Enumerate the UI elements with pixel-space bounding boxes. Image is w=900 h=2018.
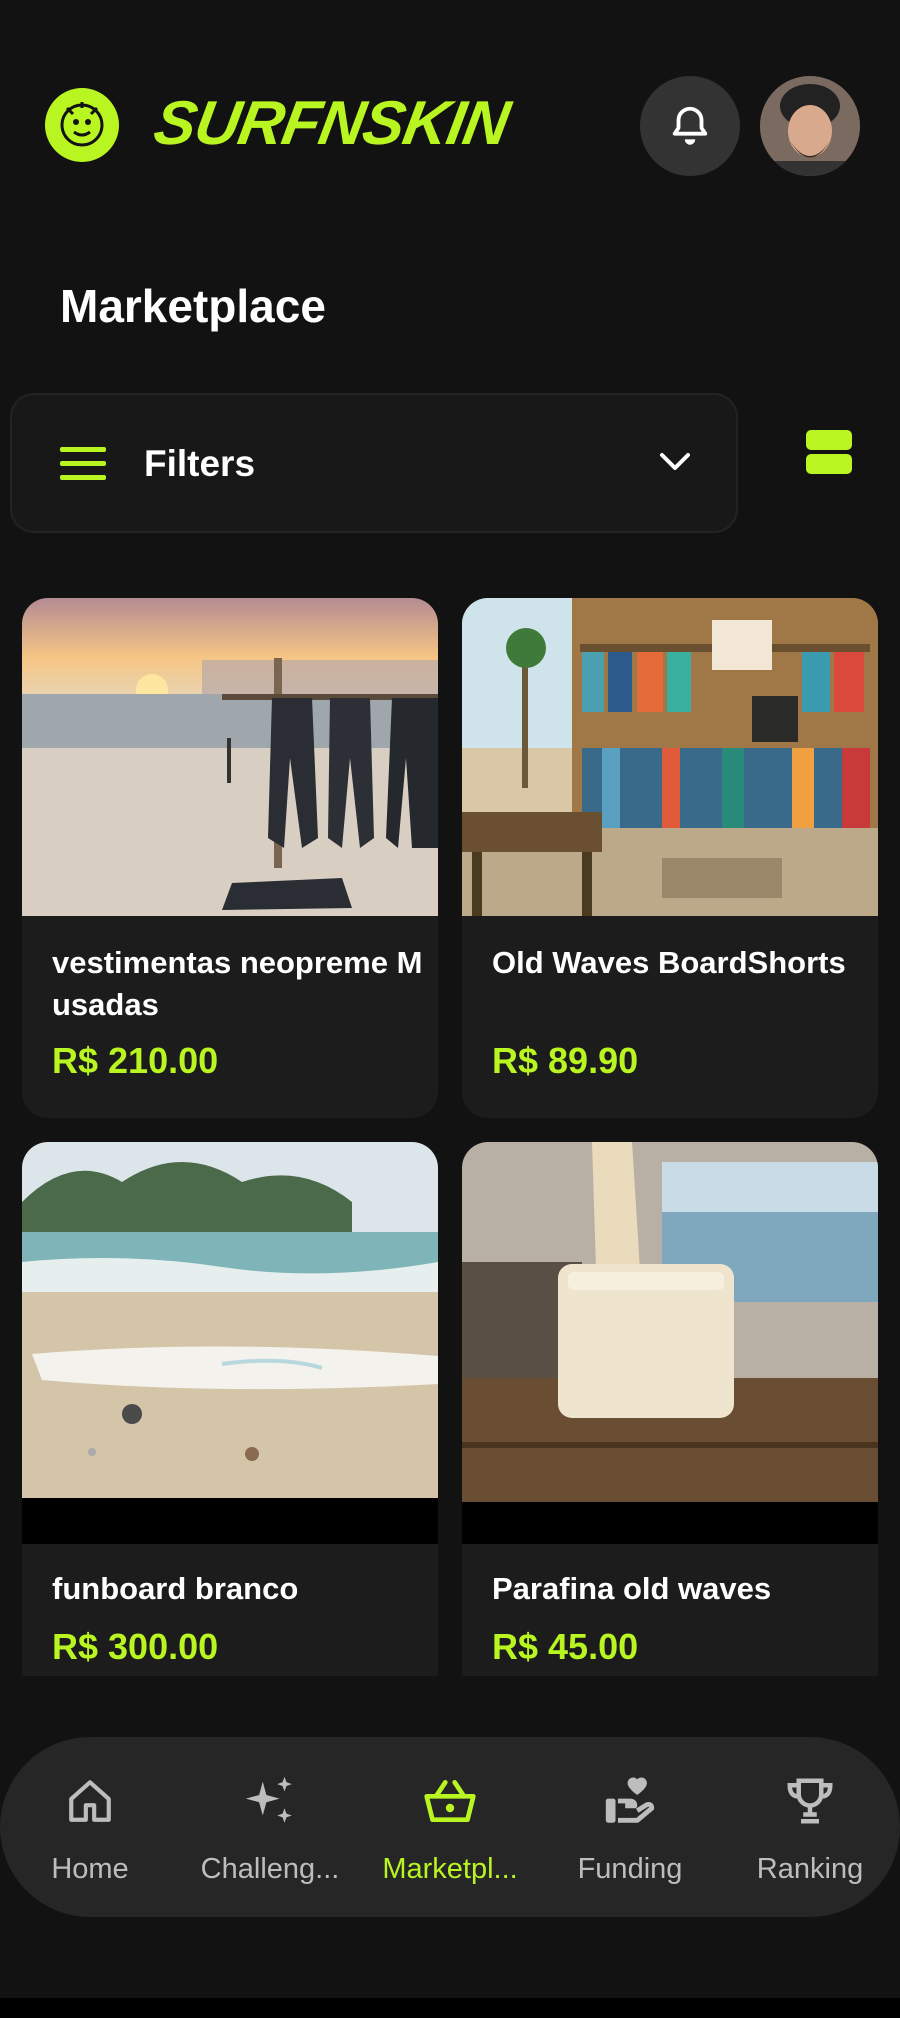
product-name: Old Waves BoardShorts: [492, 945, 846, 980]
product-name: vestimentas neopreme M usadas: [52, 945, 423, 1022]
trophy-icon: [787, 1778, 833, 1824]
app-header: SURFNSKIN: [0, 0, 900, 250]
notifications-button[interactable]: [640, 76, 740, 176]
nav-label: Challeng...: [200, 1853, 340, 1885]
product-grid: vestimentas neopreme M usadas R$ 210.00: [22, 598, 878, 1676]
logo-icon[interactable]: [45, 88, 119, 162]
system-gesture-bar: [0, 1998, 900, 2018]
home-icon: [69, 1780, 111, 1822]
menu-icon: [60, 447, 106, 480]
product-price: R$ 210.00: [52, 1040, 219, 1081]
nav-label: Ranking: [756, 1853, 864, 1885]
nav-item-challenges[interactable]: Challeng...: [180, 1737, 360, 1917]
nav-item-funding[interactable]: Funding: [540, 1737, 720, 1917]
list-view-icon: [806, 430, 852, 474]
nav-item-ranking[interactable]: Ranking: [720, 1737, 900, 1917]
sparkles-icon: [245, 1776, 292, 1823]
brand-wordmark[interactable]: SURFNSKIN: [148, 84, 515, 164]
layout-toggle-button[interactable]: [806, 430, 854, 476]
product-card[interactable]: vestimentas neopreme M usadas R$ 210.00: [22, 598, 438, 1118]
product-image: [22, 1142, 438, 1544]
bell-icon: [672, 106, 708, 145]
user-avatar[interactable]: [760, 76, 860, 176]
product-price: R$ 300.00: [52, 1626, 219, 1667]
product-price: R$ 89.90: [492, 1040, 639, 1081]
product-card[interactable]: funboard branco R$ 300.00: [22, 1142, 438, 1676]
nav-label: Funding: [577, 1853, 683, 1885]
product-name: Parafina old waves: [492, 1571, 772, 1606]
heart-hand-icon: [605, 1777, 655, 1823]
filters-dropdown[interactable]: Filters: [10, 393, 738, 533]
product-image: [462, 1142, 878, 1544]
product-card[interactable]: Parafina old waves R$ 45.00: [462, 1142, 878, 1676]
chevron-down-icon: [660, 453, 690, 470]
product-price: R$ 45.00: [492, 1626, 639, 1667]
product-image: [462, 598, 878, 916]
nav-label: Marketpl...: [382, 1853, 518, 1885]
product-image: [22, 598, 438, 916]
product-card[interactable]: Old Waves BoardShorts R$ 89.90: [462, 598, 878, 1118]
filters-label: Filters: [144, 443, 256, 484]
basket-icon: [424, 1780, 476, 1822]
bottom-navigation: Home Challeng... Marketpl... Funding Ran…: [0, 1737, 900, 1917]
nav-label: Home: [51, 1853, 129, 1885]
product-name: funboard branco: [52, 1571, 299, 1606]
page-title: Marketplace: [60, 280, 326, 332]
nav-item-marketplace[interactable]: Marketpl...: [360, 1737, 540, 1917]
nav-item-home[interactable]: Home: [0, 1737, 180, 1917]
